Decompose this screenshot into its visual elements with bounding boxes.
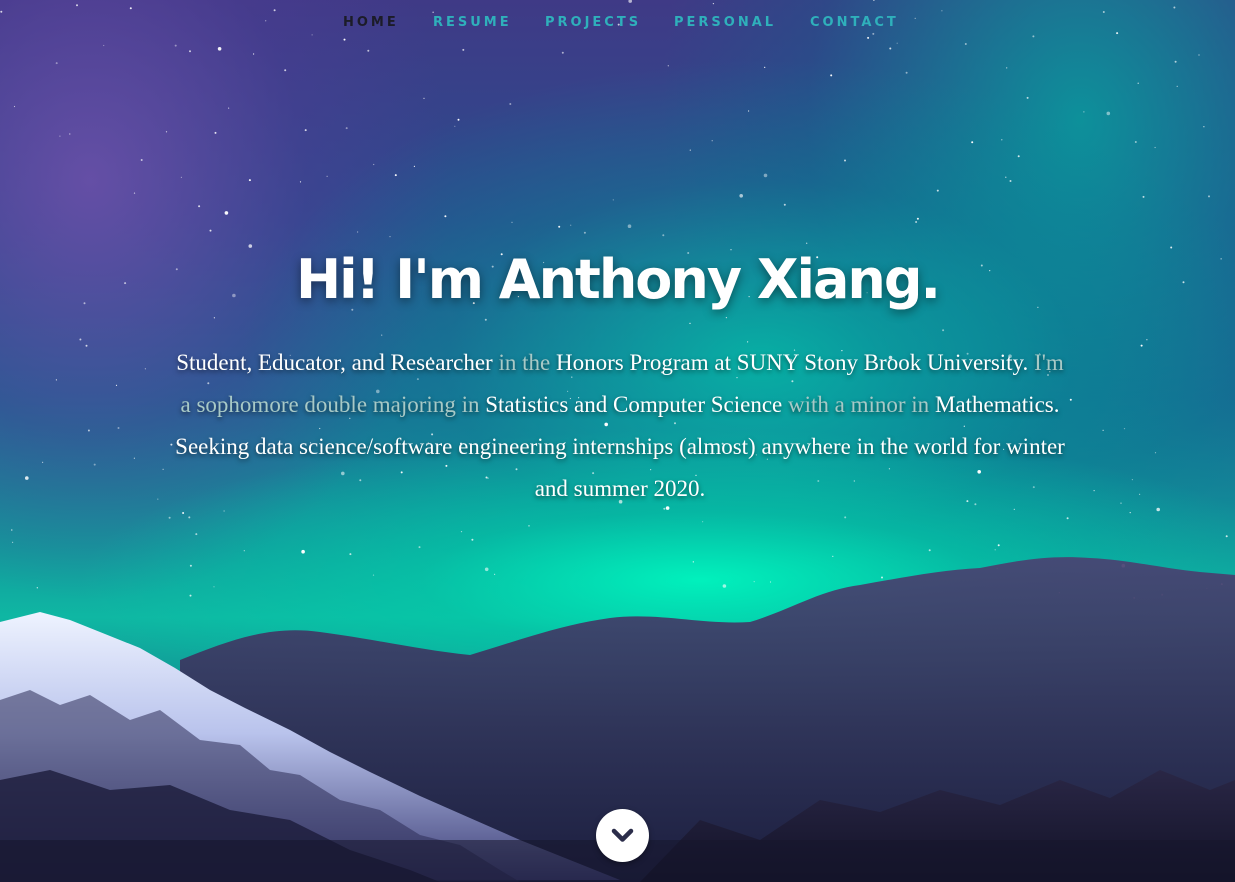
intro-seeking: Seeking data science/software engineerin… [175,434,1065,501]
chevron-down-icon [611,828,634,842]
nav-projects-link[interactable]: PROJECTS [545,15,641,30]
intro-paragraph: Student, Educator, and Researcher in the… [170,342,1070,426]
hero-headline: Hi! I'm Anthony Xiang. [295,248,941,311]
top-navigation: HOME RESUME PROJECTS PERSONAL CONTACT [0,15,1235,35]
hero-intro: Student, Educator, and Researcher in the… [170,342,1070,510]
intro-minor-connector: with a minor in [782,392,935,417]
intro-program: Honors Program at SUNY Stony Brook Unive… [555,350,1029,375]
nav-resume-link[interactable]: RESUME [433,15,512,30]
intro-majors: Statistics and Computer Science [485,392,783,417]
nav-contact-link[interactable]: CONTACT [810,15,899,30]
intro-minor: Mathematics. [934,392,1060,417]
nav-personal-link[interactable]: PERSONAL [674,15,776,30]
intro-connector: in the [492,350,556,375]
nav-home-link[interactable]: HOME [343,15,399,30]
scroll-down-button[interactable] [596,809,649,862]
intro-roles: Student, Educator, and Researcher [176,350,493,375]
